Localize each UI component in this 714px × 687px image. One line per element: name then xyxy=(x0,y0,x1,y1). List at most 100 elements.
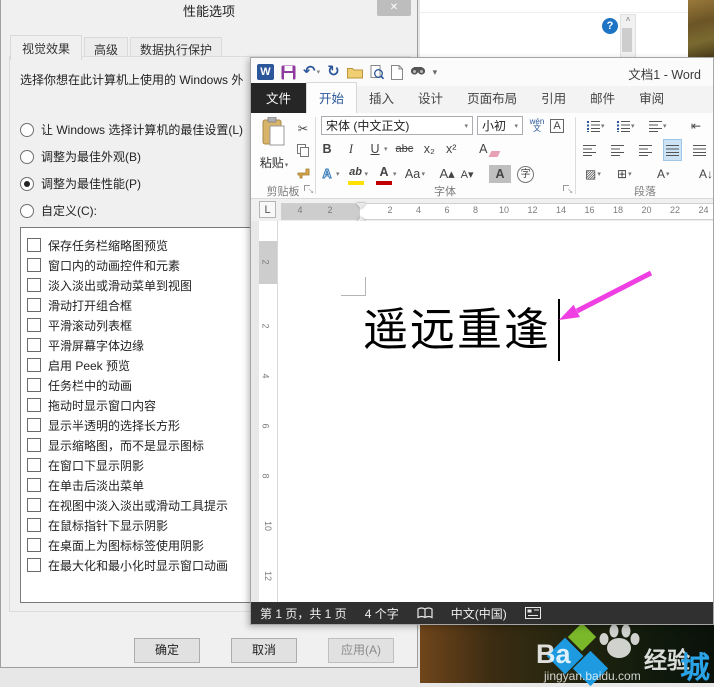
copy-icon[interactable] xyxy=(295,141,311,159)
text-effects-button[interactable]: A xyxy=(319,165,335,183)
radio-button-icon[interactable] xyxy=(20,177,34,191)
highlight-color-button[interactable]: ab xyxy=(348,163,364,185)
radio-button-icon[interactable] xyxy=(20,123,34,137)
tab-review[interactable]: 审阅 xyxy=(627,83,676,113)
document-text[interactable]: 遥远重逢 xyxy=(363,293,551,358)
paste-button[interactable]: 粘贴▾ xyxy=(256,117,292,181)
checkbox-icon[interactable] xyxy=(27,298,41,312)
tab-mailings[interactable]: 邮件 xyxy=(578,83,627,113)
superscript-button[interactable]: x² xyxy=(443,140,459,158)
print-preview-icon[interactable] xyxy=(370,63,384,81)
clear-formatting-icon[interactable]: A xyxy=(475,140,491,158)
document-area[interactable]: 224681012 遥远重逢 xyxy=(251,221,713,604)
find-icon[interactable] xyxy=(410,63,426,81)
asian-layout-icon[interactable]: A▾ xyxy=(655,164,672,184)
tab-design[interactable]: 设计 xyxy=(406,83,455,113)
bold-button[interactable]: B xyxy=(319,140,335,158)
help-icon[interactable]: ? xyxy=(602,18,618,34)
font-name-combo[interactable]: 宋体 (中文正文)▾ xyxy=(321,116,473,135)
language-indicator[interactable]: 中文(中国) xyxy=(451,605,507,622)
checkbox-icon[interactable] xyxy=(27,478,41,492)
qat-more-icon[interactable]: ▾ xyxy=(433,63,438,81)
radio-custom[interactable]: 自定义(C): xyxy=(20,197,243,224)
shading-icon[interactable]: ▨▾ xyxy=(583,164,603,184)
strikethrough-button[interactable]: abc xyxy=(396,140,414,158)
checkbox-icon[interactable] xyxy=(27,238,41,252)
page-indicator[interactable]: 第 1 页，共 1 页 xyxy=(260,605,347,622)
checkbox-icon[interactable] xyxy=(27,378,41,392)
undo-icon[interactable]: ↶▾ xyxy=(303,63,320,81)
cancel-button[interactable]: 取消 xyxy=(231,638,297,663)
align-center-icon[interactable] xyxy=(609,140,626,160)
subscript-button[interactable]: x₂ xyxy=(421,140,437,158)
decrease-indent-icon[interactable]: ⇤ xyxy=(689,116,703,136)
proofing-icon[interactable] xyxy=(417,607,433,620)
italic-button[interactable]: I xyxy=(343,140,359,158)
radio-best-appearance[interactable]: 调整为最佳外观(B) xyxy=(20,143,243,170)
justify-icon[interactable] xyxy=(663,139,682,161)
font-size-combo[interactable]: 小初▾ xyxy=(477,116,523,135)
scroll-up-icon[interactable]: ˄ xyxy=(621,15,635,25)
vertical-ruler[interactable]: 224681012 xyxy=(259,221,278,604)
tab-file[interactable]: 文件 xyxy=(251,83,306,113)
checkbox-icon[interactable] xyxy=(27,498,41,512)
checkbox-icon[interactable] xyxy=(27,458,41,472)
multilevel-list-icon[interactable]: ▾ xyxy=(647,116,669,136)
checkbox-icon[interactable] xyxy=(27,338,41,352)
tab-stop-selector[interactable]: L xyxy=(259,201,276,218)
font-dialog-launcher-icon[interactable] xyxy=(563,185,572,194)
distributed-icon[interactable] xyxy=(691,140,708,160)
open-folder-icon[interactable] xyxy=(347,63,363,81)
word-count[interactable]: 4 个字 xyxy=(365,605,399,622)
change-case-button[interactable]: Aa xyxy=(405,165,421,183)
shrink-font-button[interactable]: A▾ xyxy=(459,165,475,183)
close-icon[interactable]: ✕ xyxy=(377,0,411,16)
align-left-icon[interactable] xyxy=(581,140,598,160)
underline-button[interactable]: U xyxy=(367,140,383,158)
checkbox-icon[interactable] xyxy=(27,538,41,552)
grow-font-button[interactable]: A▴ xyxy=(439,165,455,183)
scrollbar-thumb[interactable] xyxy=(622,28,632,52)
word-logo-icon[interactable]: W xyxy=(257,63,274,81)
checkbox-icon[interactable] xyxy=(27,278,41,292)
dialog-tab-visual-effects[interactable]: 视觉效果 xyxy=(10,35,82,60)
redo-icon[interactable]: ↻ xyxy=(327,63,340,81)
checkbox-icon[interactable] xyxy=(27,398,41,412)
chevron-down-icon[interactable]: ▾ xyxy=(514,122,518,130)
new-document-icon[interactable] xyxy=(391,63,403,81)
scrollbar[interactable]: ˄ xyxy=(620,14,636,58)
phonetic-guide-icon[interactable]: wén文 xyxy=(529,116,545,134)
radio-let-windows-choose[interactable]: 让 Windows 选择计算机的最佳设置(L) xyxy=(20,116,243,143)
sort-icon[interactable]: A↓ xyxy=(697,164,714,184)
checkbox-icon[interactable] xyxy=(27,438,41,452)
enclose-characters-button[interactable]: 字 xyxy=(517,165,534,183)
radio-best-performance[interactable]: 调整为最佳性能(P) xyxy=(20,170,243,197)
character-border-icon[interactable]: A xyxy=(549,117,565,135)
checkbox-icon[interactable] xyxy=(27,358,41,372)
checkbox-icon[interactable] xyxy=(27,558,41,572)
tab-references[interactable]: 引用 xyxy=(529,83,578,113)
cut-icon[interactable]: ✂ xyxy=(295,119,311,137)
input-method-icon[interactable] xyxy=(525,607,541,619)
numbering-icon[interactable]: ▾ xyxy=(615,116,637,136)
ok-button[interactable]: 确定 xyxy=(134,638,200,663)
tab-page-layout[interactable]: 页面布局 xyxy=(455,83,529,113)
checkbox-icon[interactable] xyxy=(27,418,41,432)
character-shading-button[interactable]: A xyxy=(489,165,511,183)
checkbox-icon[interactable] xyxy=(27,318,41,332)
tab-insert[interactable]: 插入 xyxy=(357,83,406,113)
font-color-button[interactable]: A xyxy=(376,163,392,185)
format-painter-icon[interactable] xyxy=(295,163,311,181)
horizontal-ruler[interactable]: 4224681012141618202224 xyxy=(281,203,713,220)
tab-home[interactable]: 开始 xyxy=(306,82,357,113)
chevron-down-icon[interactable]: ▾ xyxy=(464,122,468,130)
radio-button-icon[interactable] xyxy=(20,150,34,164)
clipboard-dialog-launcher-icon[interactable] xyxy=(304,185,313,194)
borders-icon[interactable]: ⊞▾ xyxy=(615,164,634,184)
radio-button-icon[interactable] xyxy=(20,204,34,218)
save-icon[interactable] xyxy=(281,63,296,81)
checkbox-icon[interactable] xyxy=(27,258,41,272)
checkbox-icon[interactable] xyxy=(27,518,41,532)
align-right-icon[interactable] xyxy=(637,140,654,160)
bullets-icon[interactable]: ▾ xyxy=(585,116,607,136)
